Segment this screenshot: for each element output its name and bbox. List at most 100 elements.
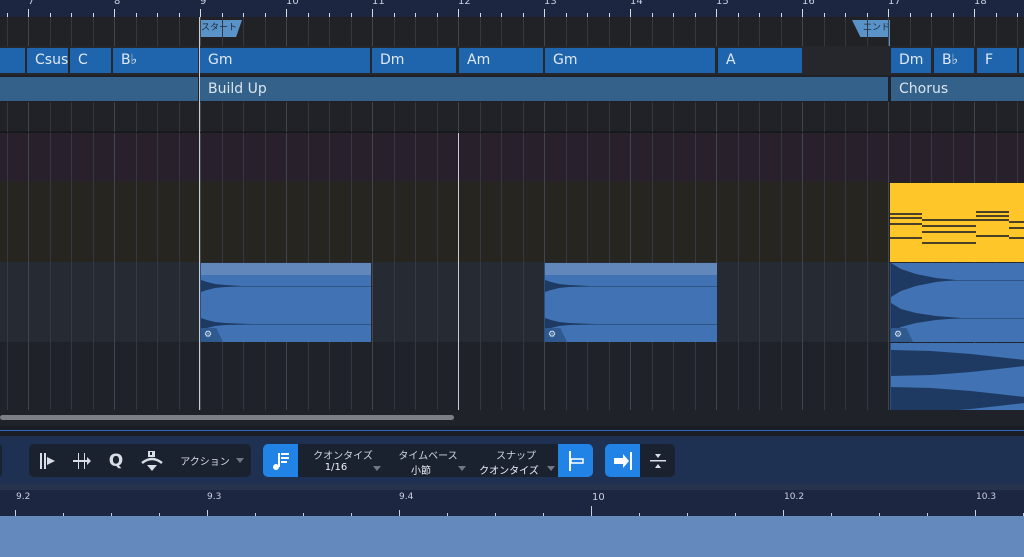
grid-line: [523, 102, 524, 132]
playback-cursor[interactable]: [458, 133, 459, 410]
midi-note: [922, 231, 976, 233]
quantize-q-icon: Q: [108, 450, 124, 471]
chord-event[interactable]: Csus: [27, 48, 68, 73]
start-position-line: [199, 17, 200, 410]
grid-line: [157, 17, 158, 46]
instrument-track-lane[interactable]: [0, 182, 1024, 262]
midi-clip[interactable]: [890, 183, 1024, 262]
autoscroll-button[interactable]: [605, 444, 640, 477]
chord-event[interactable]: [0, 48, 25, 73]
action-menu-label: アクション: [180, 457, 230, 468]
start-marker[interactable]: スタート: [200, 20, 242, 37]
grid-line: [480, 133, 481, 410]
grid-line: [286, 17, 287, 46]
grid-line: [114, 133, 115, 410]
chord-event[interactable]: Am: [459, 48, 543, 73]
grid-line: [738, 102, 739, 132]
grid-line: [93, 102, 94, 132]
bounce-button[interactable]: [135, 444, 169, 477]
chord-event[interactable]: Dm: [891, 48, 931, 73]
grid-line: [501, 17, 502, 46]
panel-separator[interactable]: [0, 426, 1024, 436]
action-menu-button[interactable]: アクション: [177, 444, 247, 477]
grid-line: [888, 133, 889, 410]
stretch-button[interactable]: [67, 444, 97, 477]
midi-note: [890, 237, 922, 239]
chord-event[interactable]: Dm: [372, 48, 456, 73]
editor-ruler[interactable]: 9.2 9.3 9.4 10 10.2 10.3: [0, 484, 1024, 516]
grid-line: [157, 102, 158, 132]
grid-line: [523, 17, 524, 46]
chord-event[interactable]: C: [70, 48, 111, 73]
grid-line: [845, 17, 846, 46]
grid-line: [222, 17, 223, 46]
grid-line: [845, 133, 846, 410]
grid-line: [222, 102, 223, 132]
grid-line: [7, 17, 8, 46]
snap-title: スナップ: [496, 451, 536, 462]
chord-event[interactable]: A: [718, 48, 802, 73]
grid-line: [996, 102, 997, 132]
marker-lane[interactable]: スタート エンド: [0, 17, 1024, 46]
grid-line: [136, 102, 137, 132]
track-lane[interactable]: [0, 102, 1024, 132]
grid-line: [910, 17, 911, 46]
audio-clip[interactable]: ⚙: [200, 263, 371, 342]
end-marker[interactable]: エンド: [852, 20, 890, 37]
chord-event[interactable]: Gm: [545, 48, 715, 73]
arranger-section[interactable]: [0, 77, 198, 101]
grid-line: [845, 102, 846, 132]
toolbar-group-edge: [0, 444, 2, 477]
bar-tick: [458, 9, 459, 17]
track-divider: [0, 131, 1024, 133]
grid-line: [372, 133, 373, 410]
chevron-down-icon: [373, 466, 381, 471]
grid-line: [458, 102, 459, 132]
chord-event[interactable]: Gm: [200, 48, 370, 73]
grid-line: [781, 17, 782, 46]
grid-line: [308, 17, 309, 46]
grid-line: [630, 17, 631, 46]
quantize-dropdown[interactable]: クオンタイズ 1/16: [303, 444, 383, 477]
chord-event[interactable]: B♭: [113, 48, 198, 73]
track-lane[interactable]: [0, 133, 1024, 182]
snap-toggle-button[interactable]: [558, 444, 593, 477]
audio-track-lane[interactable]: [0, 342, 1024, 410]
grid-line: [867, 133, 868, 410]
grid-line: [265, 17, 266, 46]
grid-line: [996, 17, 997, 46]
midi-note: [890, 213, 922, 215]
chord-event[interactable]: F: [977, 48, 1017, 73]
arranger-section-chorus[interactable]: Chorus: [891, 77, 1024, 101]
strip-silence-button[interactable]: [33, 444, 63, 477]
grid-line: [93, 133, 94, 410]
grid-line: [716, 17, 717, 46]
grid-line: [437, 17, 438, 46]
audio-clip[interactable]: [890, 343, 1024, 410]
scrollbar-thumb[interactable]: [0, 415, 454, 420]
bar-tick: [114, 9, 115, 17]
quantize-toggle-button[interactable]: [263, 444, 298, 477]
arranger-section-build-up[interactable]: Build Up: [200, 77, 888, 101]
chord-event[interactable]: B♭: [934, 48, 974, 73]
grid-line: [587, 102, 588, 132]
editor-clip-area[interactable]: [0, 516, 1024, 557]
grid-line: [415, 17, 416, 46]
audio-clip[interactable]: ⚙: [890, 263, 1024, 342]
grid-line: [243, 17, 244, 46]
audio-track-lane[interactable]: [0, 262, 1024, 342]
snap-dropdown[interactable]: スナップ クオンタイズ: [475, 444, 557, 477]
grid-line: [824, 133, 825, 410]
ruler-label: 10: [592, 492, 605, 503]
bar-tick: [286, 9, 287, 17]
grid-line: [652, 102, 653, 132]
grid-line: [738, 133, 739, 410]
collapse-button[interactable]: [640, 444, 675, 477]
timebase-dropdown[interactable]: タイムベース 小節: [388, 444, 468, 477]
audio-clip[interactable]: ⚙: [544, 263, 717, 342]
timeline-ruler[interactable]: 7 8 9 10 11 12 13 14 15 16 17 18: [0, 0, 1024, 17]
grid-line: [71, 17, 72, 46]
quantize-q-button[interactable]: Q: [101, 444, 131, 477]
editor-toolbar: Q アクション クオンタイズ 1/16 タイムベース 小節 スナップ クオンタイ…: [0, 436, 1024, 484]
chord-event[interactable]: [1019, 48, 1024, 73]
